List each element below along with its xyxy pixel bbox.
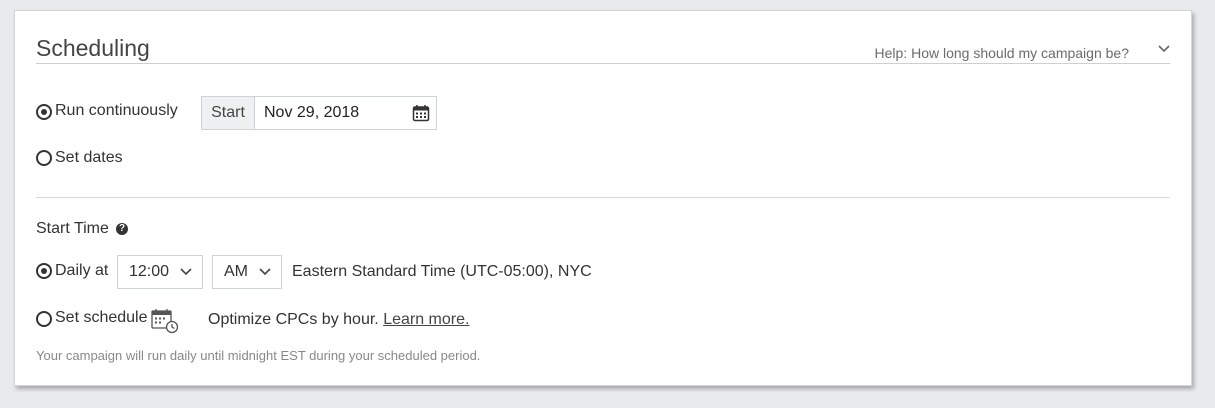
section-title: Scheduling bbox=[36, 35, 150, 61]
footer-note: Your campaign will run daily until midni… bbox=[36, 348, 481, 363]
help-circle-icon[interactable]: ? bbox=[116, 223, 128, 235]
start-date-field[interactable]: Start Nov 29, 2018 bbox=[201, 96, 437, 130]
time-select-value: 12:00 bbox=[129, 263, 170, 280]
run-continuously-radio[interactable] bbox=[36, 104, 52, 120]
set-dates-label[interactable]: Set dates bbox=[55, 149, 123, 167]
chevron-down-icon[interactable] bbox=[1157, 42, 1171, 56]
daily-at-radio[interactable] bbox=[36, 263, 52, 279]
daily-at-label[interactable]: Daily at bbox=[55, 262, 108, 280]
section-divider bbox=[36, 197, 1170, 198]
ampm-select-value: AM bbox=[224, 263, 248, 280]
chevron-down-icon bbox=[180, 268, 192, 276]
title-divider bbox=[36, 63, 1170, 64]
optimize-text: Optimize CPCs by hour. Learn more. bbox=[208, 311, 469, 329]
chevron-down-icon bbox=[259, 268, 271, 276]
ampm-select[interactable]: AM bbox=[212, 255, 282, 289]
start-date-value[interactable]: Nov 29, 2018 bbox=[264, 97, 359, 129]
timezone-label: Eastern Standard Time (UTC-05:00), NYC bbox=[292, 263, 592, 280]
scheduling-panel: Scheduling Help: How long should my camp… bbox=[14, 10, 1192, 386]
start-time-heading: Start Time bbox=[36, 220, 109, 237]
set-dates-radio[interactable] bbox=[36, 150, 52, 166]
run-continuously-label[interactable]: Run continuously bbox=[55, 102, 178, 120]
start-addon: Start bbox=[202, 97, 255, 129]
set-schedule-radio[interactable] bbox=[36, 311, 52, 327]
learn-more-link[interactable]: Learn more. bbox=[383, 311, 469, 328]
calendar-icon[interactable] bbox=[412, 104, 430, 122]
time-select[interactable]: 12:00 bbox=[117, 255, 203, 289]
schedule-calendar-icon[interactable] bbox=[151, 308, 179, 334]
help-link[interactable]: Help: How long should my campaign be? bbox=[875, 45, 1129, 61]
optimize-label: Optimize CPCs by hour. bbox=[208, 311, 379, 328]
set-schedule-label[interactable]: Set schedule bbox=[55, 309, 148, 327]
